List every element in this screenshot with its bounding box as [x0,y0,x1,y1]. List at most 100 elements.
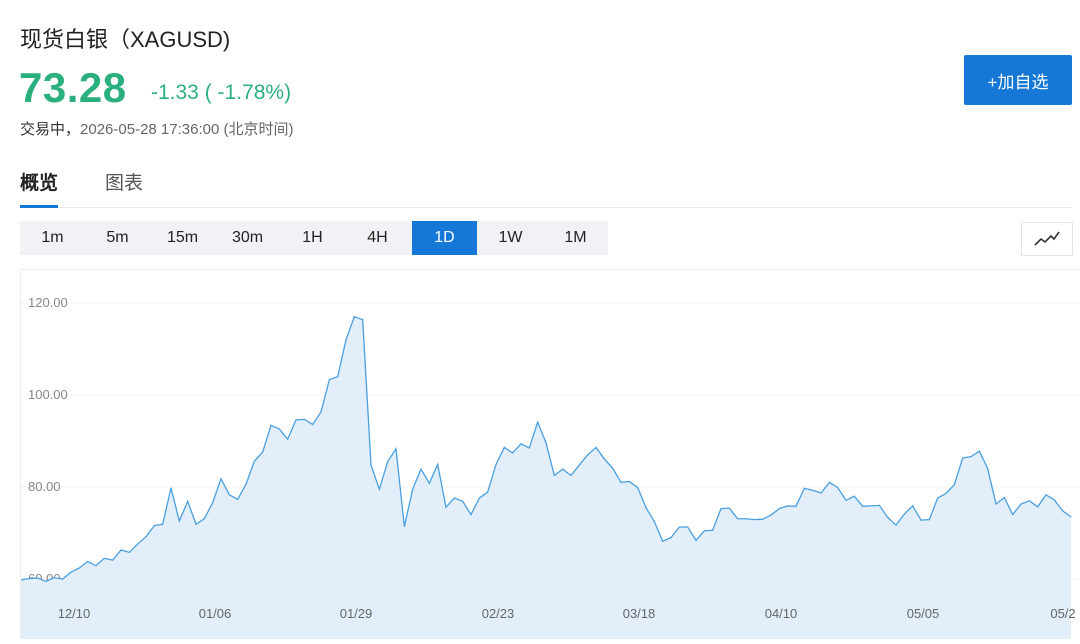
data-point [178,520,180,522]
interval-selector: 1m 5m 15m 30m 1H 4H 1D 1W 1M [20,221,608,255]
interval-4h[interactable]: 4H [345,221,410,255]
tab-chart[interactable]: 图表 [105,168,143,205]
data-point [1020,503,1022,505]
data-point [812,489,814,491]
data-point [45,580,47,582]
data-point [403,525,405,528]
interval-1h[interactable]: 1H [280,221,345,255]
data-point [545,442,547,444]
data-point [453,497,455,499]
data-point [37,577,39,579]
data-point [670,537,672,539]
data-point [862,505,864,507]
data-point [1062,510,1064,512]
interval-1mo[interactable]: 1M [543,221,608,255]
data-point [162,523,164,525]
data-point [1045,494,1047,496]
data-point [562,468,564,470]
data-point [478,497,480,499]
interval-5m[interactable]: 5m [85,221,150,255]
data-point [1012,514,1014,516]
data-point [762,518,764,520]
data-point [712,529,714,531]
data-point [603,458,605,460]
data-point [770,514,772,516]
x-tick-label: 05/2 [1050,606,1075,621]
data-point [653,520,655,523]
data-point [870,505,872,507]
data-point [695,539,697,541]
current-price: 73.28 [19,64,127,111]
data-point [95,565,97,567]
data-point [553,474,555,477]
tab-overview[interactable]: 概览 [20,168,59,208]
x-tick-label: 02/23 [482,606,515,621]
data-point [495,463,497,466]
data-point [853,495,855,497]
data-point [837,486,839,489]
data-point [903,513,905,515]
data-point [470,514,472,516]
status-separator: ， [65,121,81,138]
y-tick-label: 80.00 [28,479,61,494]
data-point [962,457,964,459]
data-point [220,478,222,480]
data-point [195,523,197,525]
data-point [120,549,122,551]
data-point [970,456,972,458]
interval-15m[interactable]: 15m [150,221,215,255]
chart-type-button[interactable] [1021,222,1073,256]
data-point [512,452,514,454]
data-point [637,486,639,489]
data-point [537,421,539,423]
data-point [387,461,389,463]
data-point [487,491,489,493]
data-point [878,504,880,506]
data-point [170,487,172,489]
data-point [678,526,680,528]
data-point [212,502,214,504]
interval-1m[interactable]: 1m [20,221,85,255]
data-point [420,468,422,470]
data-point [320,411,322,413]
interval-30m[interactable]: 30m [215,221,280,255]
data-point [528,447,530,449]
data-point [395,448,397,450]
interval-1d[interactable]: 1D [412,221,477,255]
data-point [995,503,997,505]
data-point [203,518,205,520]
data-point [503,446,505,449]
data-point [345,339,347,341]
data-point [228,494,230,496]
add-to-watchlist-button[interactable]: +加自选 [964,55,1072,105]
data-point [362,318,364,321]
data-point [28,577,30,580]
data-point [753,519,755,521]
data-point [278,428,280,430]
data-point [437,463,439,466]
quote-timestamp: 2026-05-28 17:36:00 (北京时间) [80,121,294,138]
data-point [312,423,314,426]
data-point [953,484,955,486]
data-point [270,424,272,426]
data-point [237,498,239,501]
data-point [778,508,780,510]
price-chart-svg: 60.0080.00100.00120.0012/10 01/06 01/29 02/… [20,295,1080,639]
data-point [628,480,630,483]
data-point [445,506,447,508]
x-tick-label: 12/10 [58,606,91,621]
data-point [1070,516,1072,518]
interval-1w[interactable]: 1W [478,221,543,255]
data-point [920,519,922,521]
data-point [128,551,130,553]
data-point [937,497,939,499]
data-point [1003,496,1005,499]
data-point [720,508,722,510]
data-point [520,443,522,445]
instrument-title: 现货白银（XAGUSD) [20,27,231,52]
data-point [262,451,264,453]
data-point [895,524,897,526]
data-point [928,519,930,521]
data-point [987,468,989,470]
x-tick-label: 01/29 [340,606,373,621]
